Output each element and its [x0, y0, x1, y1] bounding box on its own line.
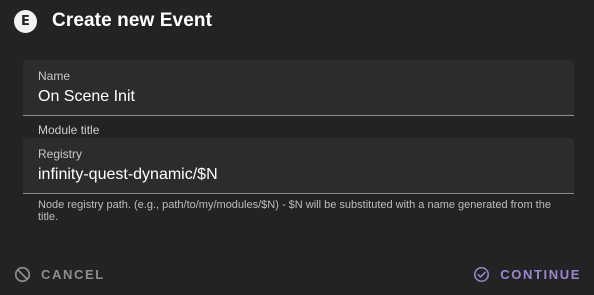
name-field[interactable]: Name On Scene Init: [23, 60, 574, 116]
name-input[interactable]: On Scene Init: [38, 88, 135, 106]
block-icon: [14, 266, 31, 283]
event-badge-icon: E: [14, 9, 37, 33]
check-circle-icon: [473, 266, 490, 283]
create-event-dialog: E Create new Event Name On Scene Init Mo…: [0, 0, 594, 295]
module-title-label: Module title: [38, 123, 100, 137]
name-field-label: Name: [38, 69, 71, 83]
registry-field[interactable]: Registry infinity-quest-dynamic/$N: [23, 138, 574, 194]
continue-button[interactable]: CONTINUE: [473, 262, 581, 286]
continue-button-label: CONTINUE: [500, 266, 581, 282]
registry-helper-text: Node registry path. (e.g., path/to/my/mo…: [38, 199, 551, 223]
dialog-header: E Create new Event: [14, 8, 212, 34]
dialog-title: Create new Event: [52, 10, 212, 31]
cancel-button-label: CANCEL: [41, 266, 105, 282]
registry-field-label: Registry: [38, 147, 83, 161]
cancel-button[interactable]: CANCEL: [14, 262, 105, 286]
registry-input[interactable]: infinity-quest-dynamic/$N: [38, 166, 218, 184]
